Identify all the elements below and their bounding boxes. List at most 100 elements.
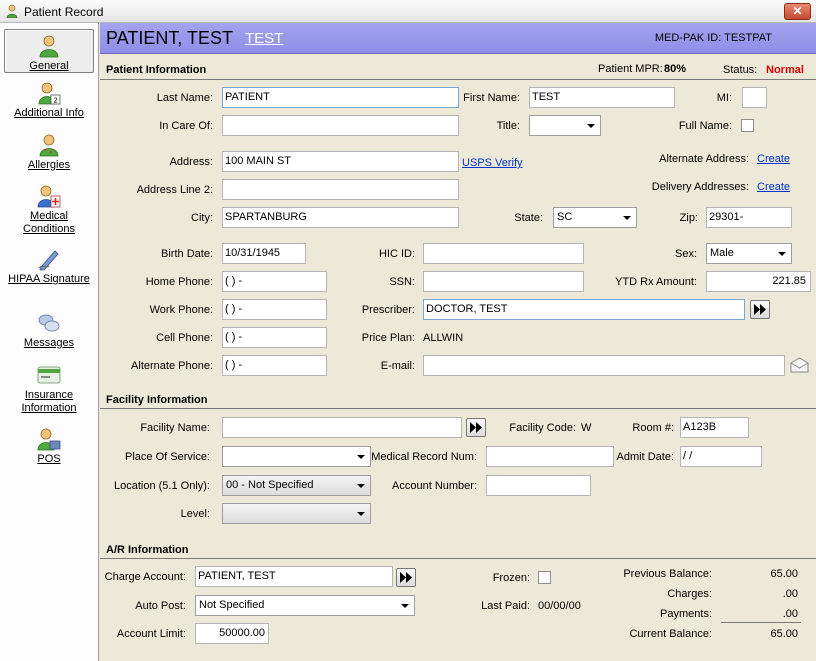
zip-field[interactable]: 29301- [706, 207, 792, 228]
birth-date-field[interactable]: 10/31/1945 [222, 243, 306, 264]
sidebar-item-general[interactable]: General [4, 29, 94, 73]
account-number-label: Account Number: [392, 480, 477, 492]
mi-field[interactable] [742, 87, 767, 108]
facility-lookup-button[interactable] [466, 418, 486, 437]
chevron-down-icon [357, 455, 365, 459]
admit-date-field[interactable]: / / [680, 446, 762, 467]
full-name-label: Full Name: [678, 120, 732, 132]
sidebar-item-hipaa-signature[interactable]: HIPAA Signature [4, 247, 94, 286]
address-line-2-field[interactable] [222, 179, 459, 200]
level-select[interactable] [222, 503, 371, 524]
account-limit-field[interactable]: 50000.00 [195, 623, 269, 644]
sex-select-value: Male [710, 247, 734, 259]
home-phone-field[interactable]: ( ) - [222, 271, 327, 292]
sidebar-item-messages[interactable]: Messages [4, 311, 94, 350]
location-select[interactable]: 00 - Not Specified [222, 475, 371, 496]
person-allergy-icon [39, 134, 59, 157]
city-field[interactable]: SPARTANBURG [222, 207, 459, 228]
envelope-icon[interactable] [790, 357, 809, 373]
frozen-label: Frozen: [492, 572, 530, 584]
alternate-address-create-link[interactable]: Create [757, 153, 790, 165]
sidebar-item-insurance-information[interactable]: Insurance Information [4, 363, 94, 415]
mi-label: MI: [716, 92, 732, 104]
medical-conditions-icon [37, 185, 61, 208]
window-titlebar: Patient Record ✕ [0, 0, 816, 23]
email-field[interactable] [423, 355, 785, 376]
app-icon [6, 4, 18, 18]
hic-id-field[interactable] [423, 243, 584, 264]
last-name-label: Last Name: [156, 92, 213, 104]
in-care-of-field[interactable] [222, 115, 459, 136]
work-phone-field[interactable]: ( ) - [222, 299, 327, 320]
section-title-patient-info: Patient Information [106, 64, 207, 76]
title-label: Title: [496, 120, 520, 132]
sidebar-item-allergies[interactable]: Allergies [4, 133, 94, 172]
location-select-value: 00 - Not Specified [226, 479, 314, 491]
charges-value: .00 [782, 588, 798, 600]
facility-name-field[interactable] [222, 417, 462, 438]
prescriber-field[interactable]: DOCTOR, TEST [423, 299, 745, 320]
medical-record-num-field[interactable] [486, 446, 614, 467]
prescriber-label: Prescriber: [361, 304, 415, 316]
hic-id-label: HIC ID: [378, 248, 415, 260]
email-label: E-mail: [380, 360, 415, 372]
alternate-phone-label: Alternate Phone: [131, 360, 213, 372]
charge-account-field[interactable]: PATIENT, TEST [195, 566, 393, 587]
pos-icon [37, 428, 61, 451]
messages-icon [38, 314, 60, 332]
sidebar-item-pos[interactable]: POS [4, 427, 94, 466]
cell-phone-field[interactable]: ( ) - [222, 327, 327, 348]
patient-name: PATIENT, TEST [106, 28, 234, 48]
frozen-checkbox[interactable] [538, 571, 551, 584]
level-label: Level: [180, 508, 210, 520]
delivery-addresses-label: Delivery Addresses: [651, 181, 749, 193]
main-panel: PATIENT, TEST TEST MED-PAK ID: TESTPAT P… [100, 23, 816, 661]
chevron-down-icon [357, 512, 365, 516]
chevron-down-icon [401, 604, 409, 608]
charge-account-lookup-button[interactable] [396, 568, 416, 587]
ytd-rx-amount-field[interactable]: 221.85 [706, 271, 811, 292]
alternate-phone-field[interactable]: ( ) - [222, 355, 327, 376]
status-value: Normal [766, 64, 804, 76]
prescriber-lookup-button[interactable] [750, 300, 770, 319]
title-select[interactable] [529, 115, 601, 136]
place-of-service-select[interactable] [222, 446, 371, 467]
first-name-field[interactable]: TEST [529, 87, 675, 108]
delivery-addresses-create-link[interactable]: Create [757, 181, 790, 193]
window-title: Patient Record [24, 5, 104, 19]
previous-balance-label: Previous Balance: [623, 568, 712, 580]
total-rule [721, 622, 801, 623]
patient-header: PATIENT, TEST TEST MED-PAK ID: TESTPAT [100, 23, 816, 54]
sex-select[interactable]: Male [706, 243, 792, 264]
cell-phone-label: Cell Phone: [156, 332, 213, 344]
sidebar-item-label: General [29, 60, 69, 72]
city-label: City: [191, 212, 213, 224]
state-select-value: SC [557, 211, 573, 223]
close-button[interactable]: ✕ [784, 3, 811, 20]
location-label: Location (5.1 Only): [114, 480, 210, 492]
state-select[interactable]: SC [553, 207, 637, 228]
chevron-down-icon [357, 484, 365, 488]
auto-post-label: Auto Post: [135, 600, 186, 612]
patient-name-link[interactable]: TEST [245, 30, 283, 47]
medpak-id: MED-PAK ID: TESTPAT [654, 32, 772, 44]
charges-label: Charges: [667, 588, 712, 600]
address-label: Address: [169, 156, 213, 168]
auto-post-select-value: Not Specified [199, 599, 265, 611]
room-field[interactable]: A123B [680, 417, 749, 438]
sidebar-item-additional-info[interactable]: 2 Additional Info [4, 81, 94, 120]
ssn-field[interactable] [423, 271, 584, 292]
account-number-field[interactable] [486, 475, 591, 496]
address-field[interactable]: 100 MAIN ST [222, 151, 459, 172]
chevron-down-icon [587, 124, 595, 128]
auto-post-select[interactable]: Not Specified [195, 595, 415, 616]
address-line-2-label: Address Line 2: [136, 184, 213, 196]
sidebar-item-medical-conditions[interactable]: Medical Conditions [4, 184, 94, 236]
state-label: State: [514, 212, 543, 224]
insurance-card-icon [37, 366, 61, 384]
usps-verify-link[interactable]: USPS Verify [462, 157, 523, 169]
svg-text:2: 2 [54, 97, 58, 105]
full-name-checkbox[interactable] [741, 119, 754, 132]
fast-forward-icon [400, 572, 412, 583]
payments-label: Payments: [660, 608, 712, 620]
